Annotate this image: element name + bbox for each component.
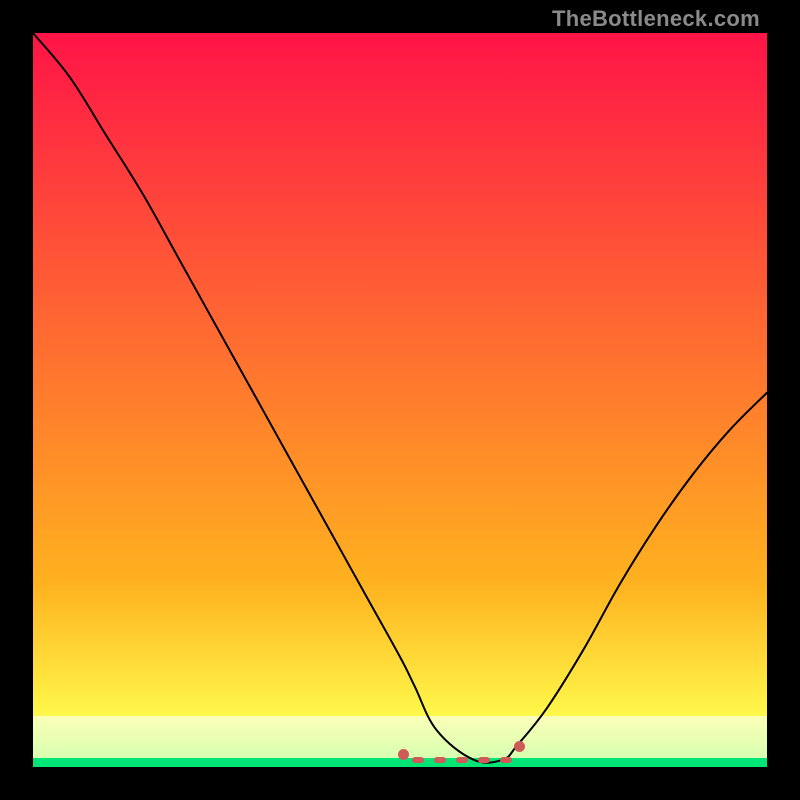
sweetspot-marker [33,33,767,767]
bottleneck-curve [33,33,767,767]
flat-dash [500,757,512,763]
flat-dash [456,757,468,763]
watermark-label: TheBottleneck.com [552,6,760,32]
chart-frame: TheBottleneck.com [0,0,800,800]
plot-area [33,33,767,767]
band-sweet-bottom [33,758,767,767]
flat-dash [412,757,424,763]
band-good-low [33,716,767,759]
flat-end-knob [514,741,525,752]
flat-dash [434,757,446,763]
band-ok-mid [33,584,767,716]
background-bands [33,33,767,767]
flat-end-knob [398,749,409,760]
band-bad-top [33,33,767,584]
flat-dash [478,757,490,763]
